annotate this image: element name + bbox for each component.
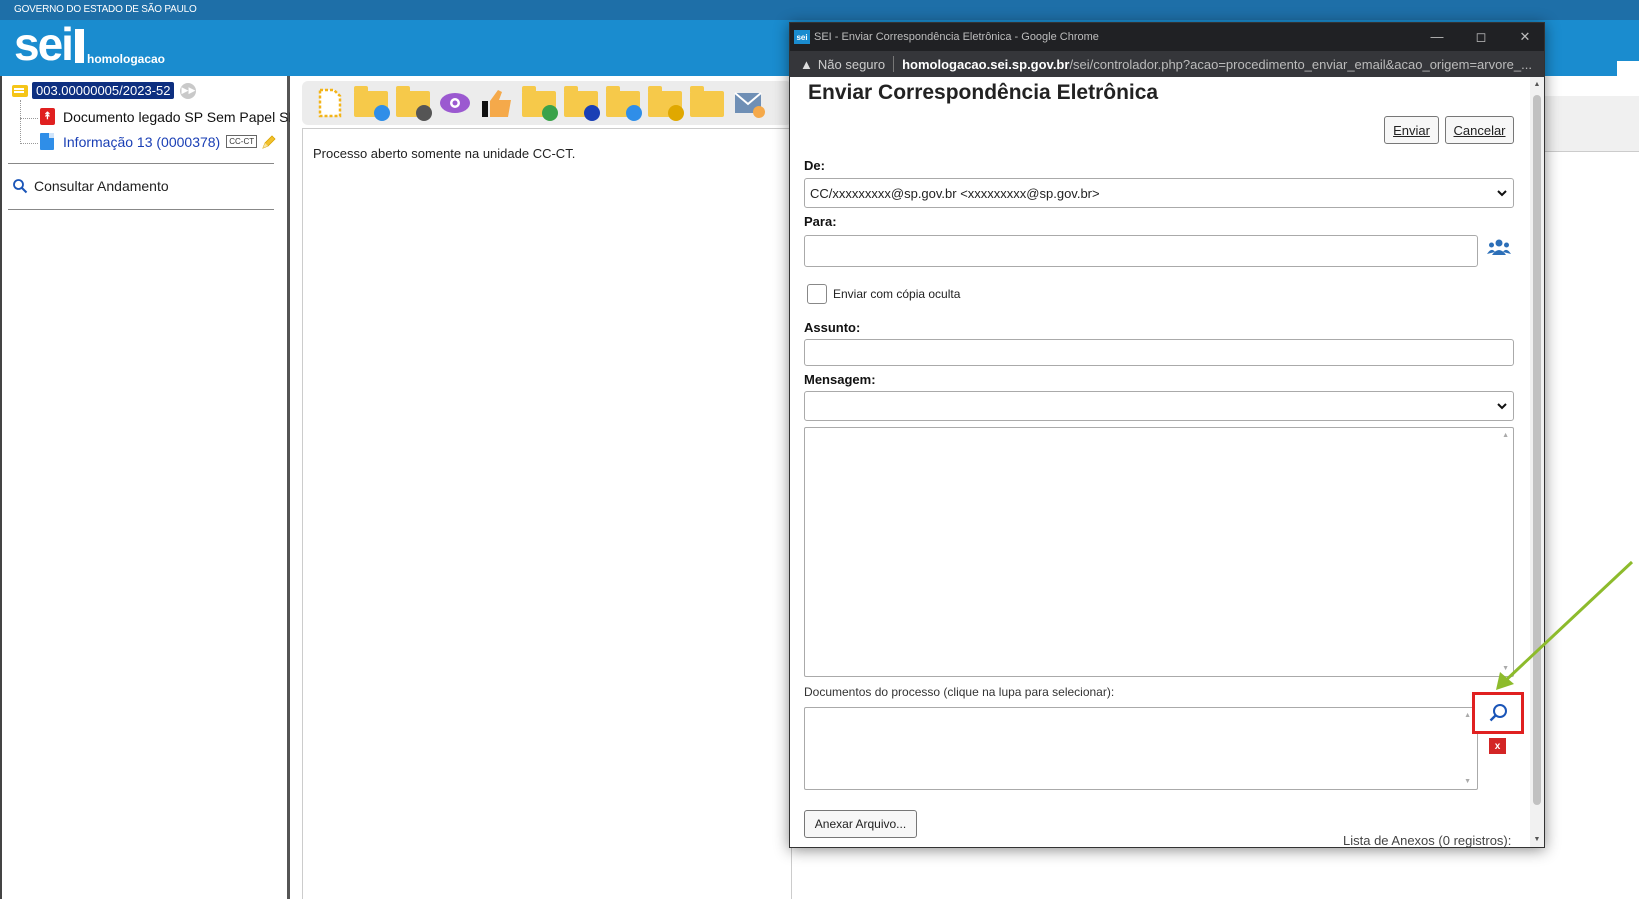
popup-scrollbar[interactable]: ▲ ▼ — [1530, 77, 1544, 847]
to-label: Para: — [804, 214, 837, 229]
government-label: GOVERNO DO ESTADO DE SÃO PAULO — [14, 4, 197, 15]
background-toolbar — [1537, 96, 1639, 152]
expand-arrows-icon[interactable]: ▶▶ — [180, 82, 197, 99]
document-label[interactable]: Informação 13 (0000378) — [63, 134, 220, 150]
folder-sync-icon[interactable] — [354, 86, 390, 121]
message-body-textarea[interactable]: ▲ ▼ — [804, 427, 1514, 677]
url-path: /sei/controlador.php?acao=procedimento_e… — [1069, 56, 1532, 72]
message-label: Mensagem: — [804, 372, 876, 387]
contacts-group-icon[interactable] — [1487, 238, 1511, 256]
consult-history-link[interactable]: Consultar Andamento — [12, 178, 169, 194]
send-button[interactable]: Enviar — [1384, 116, 1439, 144]
document-label[interactable]: Documento legado SP Sem Papel SN — [63, 109, 299, 125]
maximize-icon[interactable]: ◻ — [1470, 27, 1492, 47]
new-document-icon[interactable] — [312, 87, 346, 119]
from-value: CC/xxxxxxxxx@sp.gov.br <xxxxxxxxx@sp.gov… — [810, 185, 1100, 201]
to-input[interactable] — [804, 235, 1478, 267]
consult-history-label[interactable]: Consultar Andamento — [34, 178, 169, 194]
process-folder-icon — [12, 84, 28, 97]
process-documents-list[interactable]: ▲ ▼ — [804, 707, 1478, 790]
magnifier-icon — [1489, 704, 1507, 722]
document-icon — [40, 133, 54, 150]
email-form: Enviar Correspondência Eletrônica Enviar… — [790, 77, 1530, 847]
process-main-panel: Processo aberto somente na unidade CC-CT… — [290, 76, 792, 899]
sei-logo[interactable]: sei — [14, 21, 84, 67]
cancel-button[interactable]: Cancelar — [1445, 116, 1514, 144]
pencil-icon[interactable] — [261, 134, 277, 150]
from-select[interactable]: CC/xxxxxxxxx@sp.gov.br <xxxxxxxxx@sp.gov… — [804, 178, 1514, 208]
minimize-icon[interactable]: — — [1426, 27, 1448, 47]
send-button-label: Enviar — [1393, 122, 1430, 138]
process-note: Processo aberto somente na unidade CC-CT… — [313, 146, 576, 161]
pdf-icon: ↟ — [40, 108, 55, 125]
bcc-label[interactable]: Enviar com cópia oculta — [833, 287, 960, 301]
sei-logo-text: sei — [14, 18, 74, 70]
chevron-down-icon — [1497, 403, 1507, 410]
attach-file-label: Anexar Arquivo... — [814, 817, 907, 831]
attachments-count-label: Lista de Anexos (0 registros): — [1343, 833, 1512, 847]
sei-favicon-icon: sei — [794, 30, 810, 44]
process-documents-label: Documentos do processo (clique na lupa p… — [804, 685, 1115, 699]
address-bar[interactable]: ▲ Não seguro homologacao.sei.sp.gov.br /… — [790, 51, 1544, 77]
remove-glyph: x — [1494, 740, 1501, 752]
chevron-down-icon — [1497, 190, 1507, 197]
remove-document-icon[interactable]: x — [1489, 738, 1506, 754]
scrollbar-thumb[interactable] — [1533, 95, 1541, 805]
folder-star-icon[interactable] — [648, 86, 684, 121]
chrome-title-bar[interactable]: sei SEI - Enviar Correspondência Eletrôn… — [790, 23, 1544, 51]
window-title: SEI - Enviar Correspondência Eletrônica … — [814, 31, 1099, 43]
insecure-label[interactable]: Não seguro — [818, 57, 885, 72]
url-host: homologacao.sei.sp.gov.br — [902, 56, 1070, 72]
folder-icon[interactable] — [690, 86, 724, 119]
folder-info-icon[interactable] — [564, 86, 600, 121]
email-icon[interactable] — [732, 87, 766, 119]
process-toolbar — [302, 81, 792, 125]
eye-icon[interactable] — [438, 87, 472, 119]
folder-user-icon[interactable] — [606, 86, 642, 121]
background-right-area — [1537, 76, 1639, 899]
message-template-select[interactable] — [804, 391, 1514, 421]
thumbs-up-icon[interactable] — [480, 87, 514, 119]
form-title: Enviar Correspondência Eletrônica — [808, 81, 1159, 104]
tree-document-item[interactable]: Informação 13 (0000378) CC-CT — [40, 133, 277, 150]
email-popup-window: sei SEI - Enviar Correspondência Eletrôn… — [789, 22, 1545, 848]
close-icon[interactable]: ✕ — [1514, 27, 1536, 47]
unit-badge: CC-CT — [226, 135, 258, 148]
tree-document-item[interactable]: ↟ Documento legado SP Sem Papel SN — [40, 108, 299, 125]
process-content-area: Processo aberto somente na unidade CC-CT… — [302, 128, 792, 899]
from-label: De: — [804, 158, 825, 173]
government-bar: GOVERNO DO ESTADO DE SÃO PAULO — [0, 0, 1639, 20]
search-icon — [13, 179, 28, 194]
warning-icon[interactable]: ▲ — [800, 57, 813, 72]
attach-file-button[interactable]: Anexar Arquivo... — [804, 810, 917, 838]
folder-send-icon[interactable] — [522, 86, 558, 121]
folder-settings-icon[interactable] — [396, 86, 432, 121]
subject-input[interactable] — [804, 339, 1514, 366]
process-tree-panel: 003.00000005/2023-52 ▶▶ ↟ Documento lega… — [0, 76, 299, 899]
bcc-checkbox[interactable] — [807, 284, 827, 304]
select-documents-button[interactable] — [1472, 692, 1524, 734]
cancel-button-label: Cancelar — [1453, 122, 1506, 138]
process-number[interactable]: 003.00000005/2023-52 — [32, 82, 175, 99]
environment-label: homologacao — [87, 52, 166, 66]
subject-label: Assunto: — [804, 320, 861, 335]
process-node[interactable]: 003.00000005/2023-52 ▶▶ — [12, 82, 197, 99]
